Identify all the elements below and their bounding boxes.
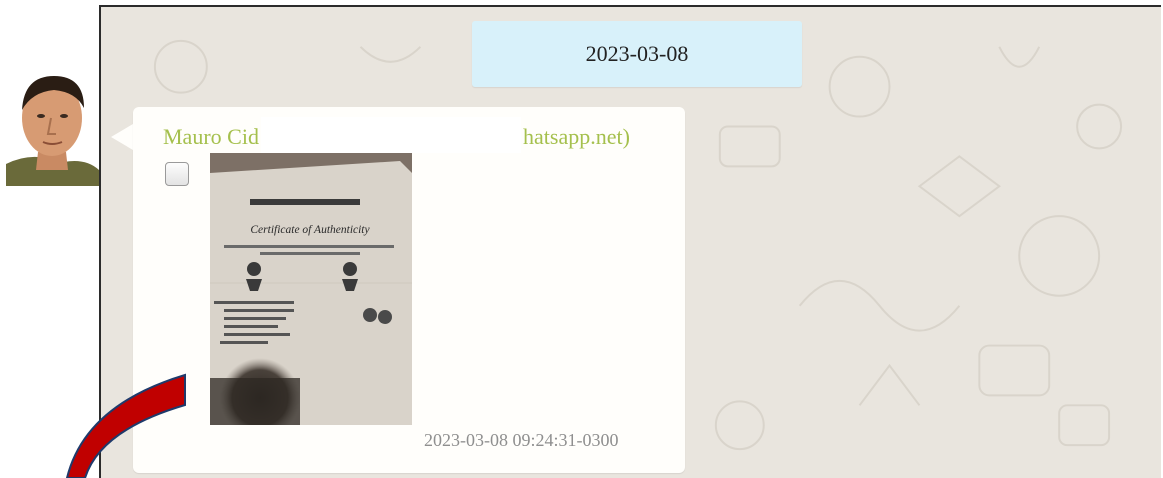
message-select-checkbox[interactable] bbox=[165, 162, 189, 186]
sender-id-fragment: hatsapp.net) bbox=[523, 124, 630, 149]
chat-panel: 2023-03-08 Mauro Cid hatsapp.net) Certif… bbox=[99, 5, 1161, 478]
redaction-box bbox=[261, 117, 521, 153]
image-attachment[interactable]: Certificate of Authenticity bbox=[210, 153, 412, 425]
annotation-arrow bbox=[65, 373, 186, 478]
date-separator-label: 2023-03-08 bbox=[585, 41, 689, 66]
sender-avatar bbox=[6, 66, 99, 186]
sender-name: Mauro Cid bbox=[163, 124, 259, 149]
date-separator: 2023-03-08 bbox=[472, 21, 802, 87]
certificate-title: Certificate of Authenticity bbox=[250, 224, 370, 236]
message-bubble: Mauro Cid hatsapp.net) Certificate of Au… bbox=[133, 107, 685, 473]
message-bubble-tail bbox=[111, 124, 133, 150]
message-timestamp: 2023-03-08 09:24:31-0300 bbox=[424, 430, 619, 450]
